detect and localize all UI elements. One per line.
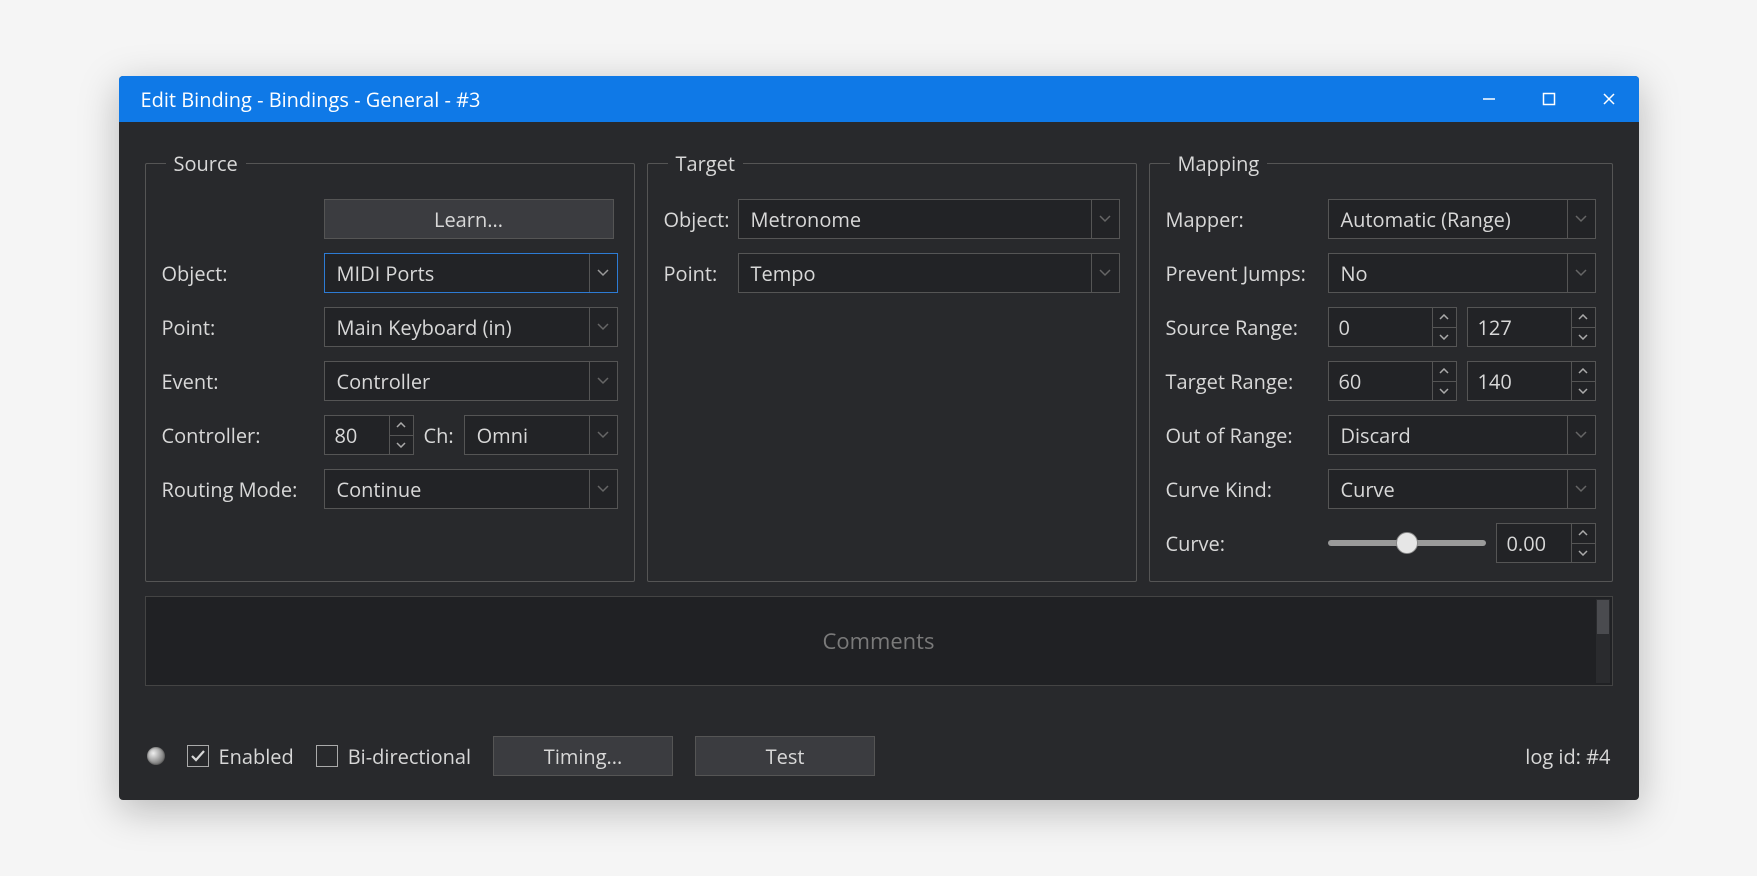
mapper-label: Mapper: [1166,206,1320,233]
test-button[interactable]: Test [695,736,875,776]
chevron-down-icon [1567,470,1595,508]
source-object-label: Object: [162,260,316,287]
slider-thumb-icon[interactable] [1396,532,1418,554]
curve-slider[interactable] [1328,532,1486,554]
close-icon [1602,92,1616,106]
chevron-down-icon [1567,200,1595,238]
prevent-jumps-select[interactable]: No [1328,253,1596,293]
content-area: Source Learn... Object: MIDI Ports Point… [119,122,1639,800]
spinner-up-icon[interactable] [1572,308,1595,328]
timing-button[interactable]: Timing... [493,736,673,776]
spinner-down-icon[interactable] [1433,382,1456,401]
spinner-down-icon[interactable] [1572,382,1595,401]
source-legend: Source [166,150,246,177]
spinner-up-icon[interactable] [1572,524,1595,544]
maximize-button[interactable] [1519,76,1579,122]
chevron-down-icon [1091,200,1119,238]
controller-number-spinner[interactable]: 80 [324,415,414,455]
source-event-label: Event: [162,368,316,395]
spinner-down-icon[interactable] [1572,328,1595,347]
prevent-jumps-label: Prevent Jumps: [1166,260,1320,287]
curve-kind-label: Curve Kind: [1166,476,1320,503]
comments-textarea[interactable]: Comments [145,596,1613,686]
chevron-down-icon [589,416,617,454]
source-range-min-spinner[interactable]: 0 [1328,307,1457,347]
target-panel: Target Object: Metronome Point: Tempo [647,150,1137,582]
spinner-up-icon[interactable] [1572,362,1595,382]
target-range-max-spinner[interactable]: 140 [1467,361,1596,401]
window-title: Edit Binding - Bindings - General - #3 [141,86,1459,113]
enabled-checkbox[interactable]: Enabled [187,743,294,770]
target-legend: Target [668,150,744,177]
source-controller-label: Controller: [162,422,316,449]
close-button[interactable] [1579,76,1639,122]
curve-value-spinner[interactable]: 0.00 [1496,523,1596,563]
curve-kind-select[interactable]: Curve [1328,469,1596,509]
source-point-label: Point: [162,314,316,341]
chevron-down-icon [1567,254,1595,292]
source-panel: Source Learn... Object: MIDI Ports Point… [145,150,635,582]
target-point-label: Point: [664,260,730,287]
target-range-min-spinner[interactable]: 60 [1328,361,1457,401]
footer: Enabled Bi-directional Timing... Test lo… [145,736,1613,782]
chevron-down-icon [1567,416,1595,454]
out-of-range-label: Out of Range: [1166,422,1320,449]
mapping-panel: Mapping Mapper: Automatic (Range) Preven… [1149,150,1613,582]
log-id-label: log id: #4 [1525,743,1610,770]
chevron-down-icon [589,254,617,292]
activity-led-icon [147,747,165,765]
source-point-select[interactable]: Main Keyboard (in) [324,307,618,347]
target-point-select[interactable]: Tempo [738,253,1120,293]
scrollbar-thumb[interactable] [1597,600,1609,634]
minimize-icon [1482,92,1496,106]
source-event-select[interactable]: Controller [324,361,618,401]
mapping-legend: Mapping [1170,150,1268,177]
chevron-down-icon [589,470,617,508]
spinner-up-icon[interactable] [390,416,413,436]
channel-select[interactable]: Omni [464,415,618,455]
spinner-up-icon[interactable] [1433,308,1456,328]
maximize-icon [1542,92,1556,106]
chevron-down-icon [589,362,617,400]
routing-mode-label: Routing Mode: [162,476,316,503]
chevron-down-icon [1091,254,1119,292]
mapper-select[interactable]: Automatic (Range) [1328,199,1596,239]
source-range-max-spinner[interactable]: 127 [1467,307,1596,347]
routing-mode-select[interactable]: Continue [324,469,618,509]
target-object-select[interactable]: Metronome [738,199,1120,239]
channel-label: Ch: [424,422,454,449]
spinner-up-icon[interactable] [1433,362,1456,382]
chevron-down-icon [589,308,617,346]
spinner-down-icon[interactable] [1433,328,1456,347]
titlebar: Edit Binding - Bindings - General - #3 [119,76,1639,122]
out-of-range-select[interactable]: Discard [1328,415,1596,455]
scrollbar[interactable] [1596,599,1610,683]
target-object-label: Object: [664,206,730,233]
edit-binding-window: Edit Binding - Bindings - General - #3 S… [119,76,1639,800]
learn-button[interactable]: Learn... [324,199,614,239]
target-range-label: Target Range: [1166,368,1320,395]
bidirectional-checkbox[interactable]: Bi-directional [316,743,471,770]
curve-label: Curve: [1166,530,1320,557]
check-icon [190,749,206,763]
source-object-select[interactable]: MIDI Ports [324,253,618,293]
minimize-button[interactable] [1459,76,1519,122]
source-range-label: Source Range: [1166,314,1320,341]
spinner-down-icon[interactable] [390,436,413,455]
comments-placeholder: Comments [823,626,935,656]
spinner-down-icon[interactable] [1572,544,1595,563]
